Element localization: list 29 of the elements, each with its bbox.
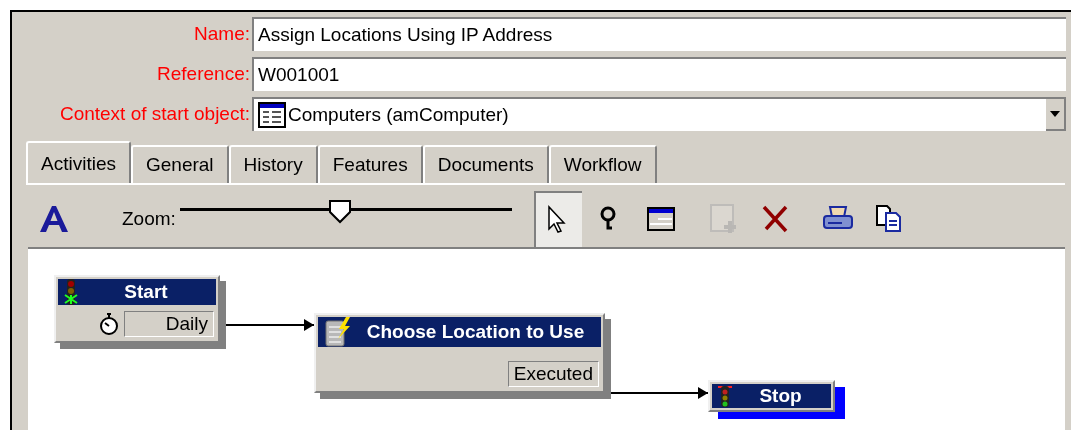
traffic-light-icon bbox=[64, 279, 78, 305]
stopwatch-icon bbox=[98, 312, 120, 336]
tab[interactable]: Workflow bbox=[548, 145, 657, 183]
node-title: Start bbox=[123, 281, 169, 303]
node-title: Choose Location to Use bbox=[365, 321, 586, 343]
dropdown-button[interactable] bbox=[1046, 99, 1066, 131]
tab[interactable]: History bbox=[228, 145, 318, 183]
field-label: Reference: bbox=[156, 61, 251, 86]
text-field[interactable]: W001001 bbox=[252, 57, 1066, 91]
font-icon[interactable] bbox=[38, 205, 70, 233]
field-label: Name: bbox=[193, 21, 251, 46]
zoom-label: Zoom: bbox=[122, 206, 176, 231]
tab[interactable]: General bbox=[130, 145, 229, 183]
text-field[interactable]: Assign Locations Using IP Address bbox=[252, 17, 1066, 51]
tab[interactable]: Activities bbox=[26, 141, 131, 185]
node-title: Stop bbox=[758, 385, 803, 407]
node-status: Daily bbox=[124, 311, 214, 337]
tab[interactable]: Features bbox=[317, 145, 423, 183]
node-status: Executed bbox=[507, 361, 599, 387]
traffic-light-icon bbox=[718, 385, 732, 407]
field-label: Context of start object: bbox=[58, 101, 251, 126]
table-icon bbox=[258, 102, 286, 128]
zoom-slider[interactable] bbox=[179, 200, 512, 224]
lightning-document-icon bbox=[324, 317, 352, 347]
caret-icon bbox=[1050, 111, 1060, 117]
pointer-tool-button[interactable] bbox=[533, 191, 582, 247]
dropdown-field[interactable]: Computers (amComputer) bbox=[252, 97, 1066, 131]
tab[interactable]: Documents bbox=[422, 145, 549, 183]
slider-thumb[interactable] bbox=[328, 200, 351, 224]
